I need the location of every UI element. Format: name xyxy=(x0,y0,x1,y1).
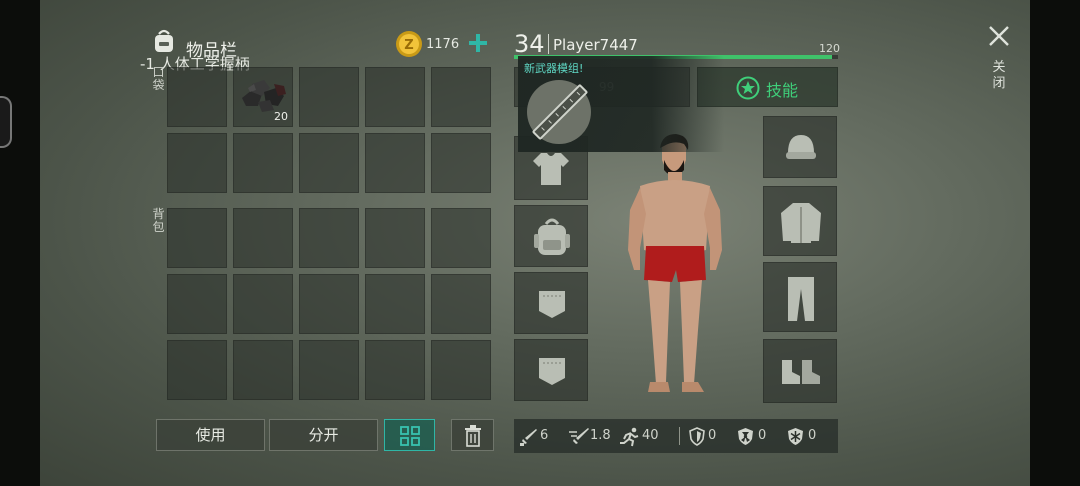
backpack-slot[interactable] xyxy=(431,274,491,334)
backpack-slot[interactable] xyxy=(299,274,359,334)
close-button[interactable] xyxy=(987,24,1011,48)
pocket-icon xyxy=(539,291,565,318)
close-icon xyxy=(989,26,1009,46)
quick-slots-label: 口袋 xyxy=(152,65,165,92)
backpack-slot[interactable] xyxy=(431,340,491,400)
pants-slot[interactable] xyxy=(763,262,837,332)
boots-icon xyxy=(782,360,820,384)
coal-count: 20 xyxy=(274,110,288,123)
attack-value: 6 xyxy=(540,428,549,443)
pocket-slot[interactable] xyxy=(299,133,359,193)
backpack-slot[interactable] xyxy=(365,340,425,400)
add-coins-button[interactable] xyxy=(468,32,488,54)
level-divider xyxy=(548,34,549,54)
backpack-slot[interactable] xyxy=(365,274,425,334)
player-character xyxy=(620,130,730,400)
inventory-screen: 物品栏 -1 人体工学握柄 Z 1176 34 Player7447 120 口… xyxy=(40,0,1030,486)
coin-icon: Z xyxy=(395,30,423,58)
radiation-icon xyxy=(738,428,753,445)
close-label: 关闭 xyxy=(992,60,1006,91)
head-slot[interactable] xyxy=(763,116,837,178)
backpack-label: 背包 xyxy=(152,207,165,234)
grid-icon xyxy=(399,426,420,446)
pocket-equip-slot-1[interactable] xyxy=(514,272,588,334)
coal-item-icon xyxy=(238,74,290,114)
boots-slot[interactable] xyxy=(763,339,837,403)
stats-divider xyxy=(679,427,680,445)
armor-value: 0 xyxy=(708,428,717,443)
xp-max: 120 xyxy=(819,42,840,55)
attack-speed-value: 1.8 xyxy=(590,428,611,443)
backpack-slot[interactable] xyxy=(299,208,359,268)
hat-icon xyxy=(786,135,816,159)
pocket-slot[interactable] xyxy=(431,67,491,127)
shirt-icon xyxy=(533,153,569,185)
backpack-equip-slot[interactable] xyxy=(514,205,588,267)
player-level: 34 xyxy=(514,30,545,58)
trash-icon xyxy=(464,425,481,447)
attack-speed-icon xyxy=(569,428,589,444)
screen-notch xyxy=(0,96,12,148)
coin-amount: 1176 xyxy=(426,37,460,52)
backpack-slot[interactable] xyxy=(233,208,293,268)
backpack-slot[interactable] xyxy=(233,274,293,334)
pocket-equip-slot-2[interactable] xyxy=(514,339,588,401)
move-speed-value: 40 xyxy=(642,428,659,443)
backpack-slot[interactable] xyxy=(299,340,359,400)
backpack-slot[interactable] xyxy=(167,208,227,268)
pocket-slot[interactable] xyxy=(167,133,227,193)
pocket-slot[interactable] xyxy=(431,133,491,193)
pocket-slot[interactable] xyxy=(365,67,425,127)
pocket-icon xyxy=(539,358,565,385)
cold-protection-icon xyxy=(788,428,803,445)
pocket-slot[interactable] xyxy=(299,67,359,127)
armor-shield-icon xyxy=(689,427,705,446)
delete-button[interactable] xyxy=(451,419,494,451)
pocket-slot[interactable] xyxy=(167,67,227,127)
backpack-slot[interactable] xyxy=(167,274,227,334)
grid-view-button[interactable] xyxy=(384,419,435,451)
use-button[interactable]: 使用 xyxy=(156,419,265,451)
radiation-value: 0 xyxy=(758,428,767,443)
split-button[interactable]: 分开 xyxy=(269,419,378,451)
grip-mod-icon xyxy=(524,76,596,148)
running-icon xyxy=(620,427,639,447)
svg-text:Z: Z xyxy=(404,38,413,53)
jacket-icon xyxy=(781,203,821,243)
skills-label: 技能 xyxy=(766,81,799,100)
pocket-slot[interactable] xyxy=(233,133,293,193)
notification-text: 新武器模组! xyxy=(524,62,584,75)
backpack-slot[interactable] xyxy=(365,208,425,268)
backpack-slot[interactable] xyxy=(431,208,491,268)
notification-panel: 新武器模组! xyxy=(518,56,724,152)
backpack-equip-icon xyxy=(534,218,570,255)
cold-protection-value: 0 xyxy=(808,428,817,443)
pocket-slot-coal[interactable]: 20 xyxy=(233,67,293,127)
stats-bar: 6 1.8 40 0 0 0 xyxy=(514,419,838,453)
backpack-slot[interactable] xyxy=(167,340,227,400)
backpack-icon xyxy=(152,28,176,54)
pocket-slot[interactable] xyxy=(365,133,425,193)
pants-icon xyxy=(788,277,814,321)
player-name: Player7447 xyxy=(553,36,638,54)
attack-icon xyxy=(520,429,537,446)
star-icon xyxy=(736,76,760,100)
backpack-slot[interactable] xyxy=(233,340,293,400)
jacket-slot[interactable] xyxy=(763,186,837,256)
